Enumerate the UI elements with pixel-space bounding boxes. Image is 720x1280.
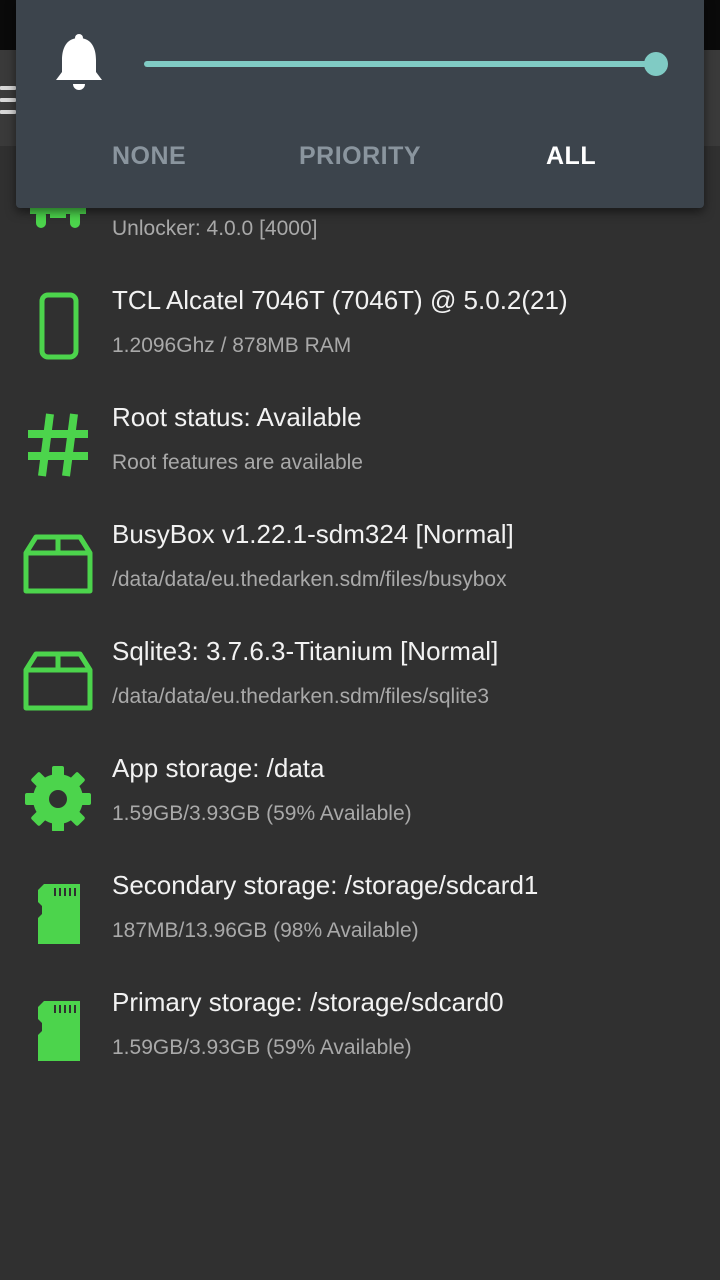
list-item-primary-storage[interactable]: Primary storage: /storage/sdcard0 1.59GB… — [0, 979, 720, 1096]
list-item-app-storage[interactable]: App storage: /data 1.59GB/3.93GB (59% Av… — [0, 745, 720, 862]
item-title: App storage: /data — [112, 753, 325, 783]
item-subtitle: /data/data/eu.thedarken.sdm/files/sqlite… — [112, 685, 490, 708]
item-subtitle: Unlocker: 4.0.0 [4000] — [112, 217, 318, 240]
sdcard-icon — [22, 993, 94, 1065]
list-item-secondary-storage[interactable]: Secondary storage: /storage/sdcard1 187M… — [0, 862, 720, 979]
item-title: Sqlite3: 3.7.6.3-Titanium [Normal] — [112, 636, 499, 666]
hash-icon — [22, 408, 94, 480]
list-item-busybox[interactable]: BusyBox v1.22.1-sdm324 [Normal] /data/da… — [0, 511, 720, 628]
item-subtitle: 1.59GB/3.93GB (59% Available) — [112, 1036, 412, 1059]
box-icon — [22, 642, 94, 714]
item-title: BusyBox v1.22.1-sdm324 [Normal] — [112, 519, 514, 549]
menu-icon[interactable] — [0, 86, 16, 114]
mode-all-button[interactable]: ALL — [546, 142, 596, 171]
item-subtitle: 1.59GB/3.93GB (59% Available) — [112, 802, 412, 825]
phone-icon — [22, 291, 94, 363]
item-title: Primary storage: /storage/sdcard0 — [112, 987, 504, 1017]
volume-slider-track[interactable] — [144, 61, 658, 67]
item-subtitle: 1.2096Ghz / 878MB RAM — [112, 334, 352, 357]
list-item-root-status[interactable]: Root status: Available Root features are… — [0, 394, 720, 511]
item-subtitle: 187MB/13.96GB (98% Available) — [112, 919, 419, 942]
item-title: TCL Alcatel 7046T (7046T) @ 5.0.2(21) — [112, 285, 568, 315]
item-title: Root status: Available — [112, 402, 362, 432]
mode-priority-button[interactable]: PRIORITY — [299, 142, 421, 171]
mode-none-button[interactable]: NONE — [112, 142, 186, 171]
gear-icon — [22, 759, 94, 831]
bell-icon[interactable] — [52, 32, 106, 94]
list-item-device[interactable]: TCL Alcatel 7046T (7046T) @ 5.0.2(21) 1.… — [0, 277, 720, 394]
item-subtitle: /data/data/eu.thedarken.sdm/files/busybo… — [112, 568, 507, 591]
box-icon — [22, 525, 94, 597]
item-title: Secondary storage: /storage/sdcard1 — [112, 870, 539, 900]
item-subtitle: Root features are available — [112, 451, 363, 474]
sdcard-icon — [22, 876, 94, 948]
volume-slider-thumb[interactable] — [644, 52, 668, 76]
volume-panel: NONE PRIORITY ALL — [16, 0, 704, 208]
list-item-sqlite[interactable]: Sqlite3: 3.7.6.3-Titanium [Normal] /data… — [0, 628, 720, 745]
